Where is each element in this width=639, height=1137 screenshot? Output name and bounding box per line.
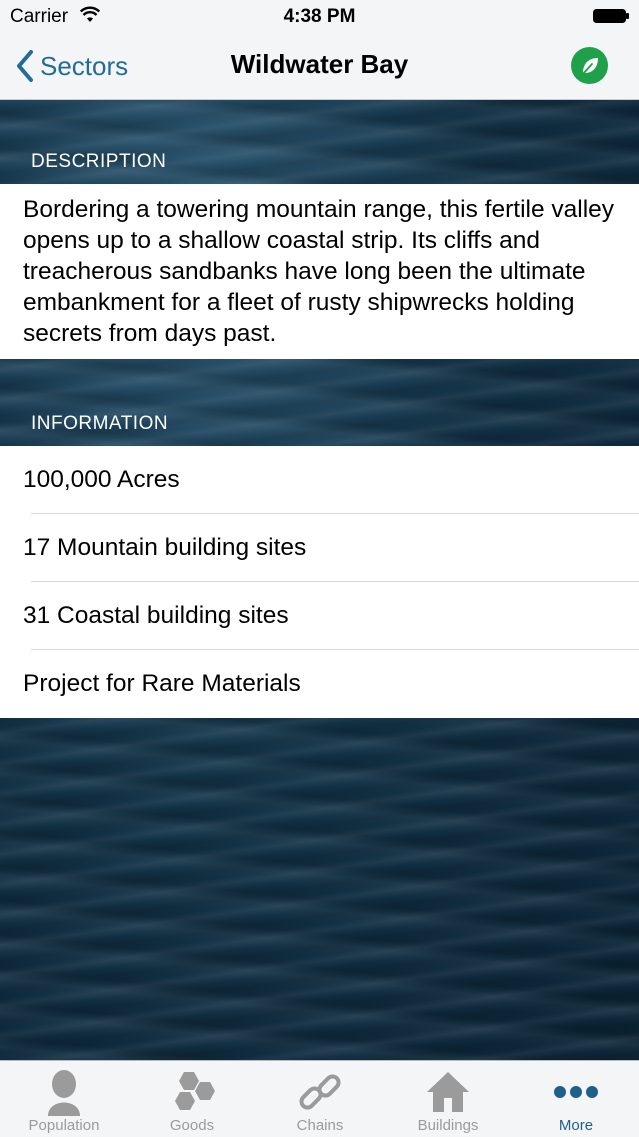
description-text: Bordering a towering mountain range, thi… <box>23 196 615 347</box>
info-row-mountain-sites[interactable]: 17 Mountain building sites <box>0 514 639 582</box>
tab-buildings[interactable]: Buildings <box>384 1061 512 1137</box>
info-row-label: Project for Rare Materials <box>23 670 301 697</box>
navigation-bar: Sectors Wildwater Bay <box>0 34 639 100</box>
leaf-button[interactable] <box>571 47 608 84</box>
info-row-label: 17 Mountain building sites <box>23 534 307 561</box>
house-icon <box>427 1072 469 1112</box>
hexagons-icon <box>175 1072 215 1110</box>
tab-bar: Population Goods Chains Buildings More <box>0 1060 639 1137</box>
status-bar: Carrier 4:38 PM <box>0 0 639 34</box>
tab-goods[interactable]: Goods <box>128 1061 256 1137</box>
information-header: INFORMATION <box>31 413 169 434</box>
clock-time: 4:38 PM <box>283 6 356 27</box>
tab-population[interactable]: Population <box>0 1061 128 1137</box>
description-header: DESCRIPTION <box>31 151 167 172</box>
chain-icon <box>299 1074 341 1110</box>
page-title: Wildwater Bay <box>230 49 409 79</box>
battery-icon <box>593 9 629 23</box>
info-row-acres[interactable]: 100,000 Acres <box>0 446 639 514</box>
info-row-label: 31 Coastal building sites <box>23 602 289 629</box>
more-icon <box>554 1086 598 1098</box>
tab-label: More <box>558 1117 594 1134</box>
tab-more[interactable]: More <box>512 1061 639 1137</box>
info-row-project[interactable]: Project for Rare Materials <box>0 650 639 718</box>
info-row-coastal-sites[interactable]: 31 Coastal building sites <box>0 582 639 650</box>
leaf-icon <box>580 57 598 76</box>
person-icon <box>48 1070 80 1116</box>
tab-chains[interactable]: Chains <box>256 1061 384 1137</box>
tab-label: Buildings <box>417 1117 479 1134</box>
tab-label: Population <box>28 1117 100 1134</box>
info-row-label: 100,000 Acres <box>23 466 180 493</box>
tab-label: Goods <box>169 1117 215 1134</box>
tab-label: Chains <box>296 1117 344 1134</box>
